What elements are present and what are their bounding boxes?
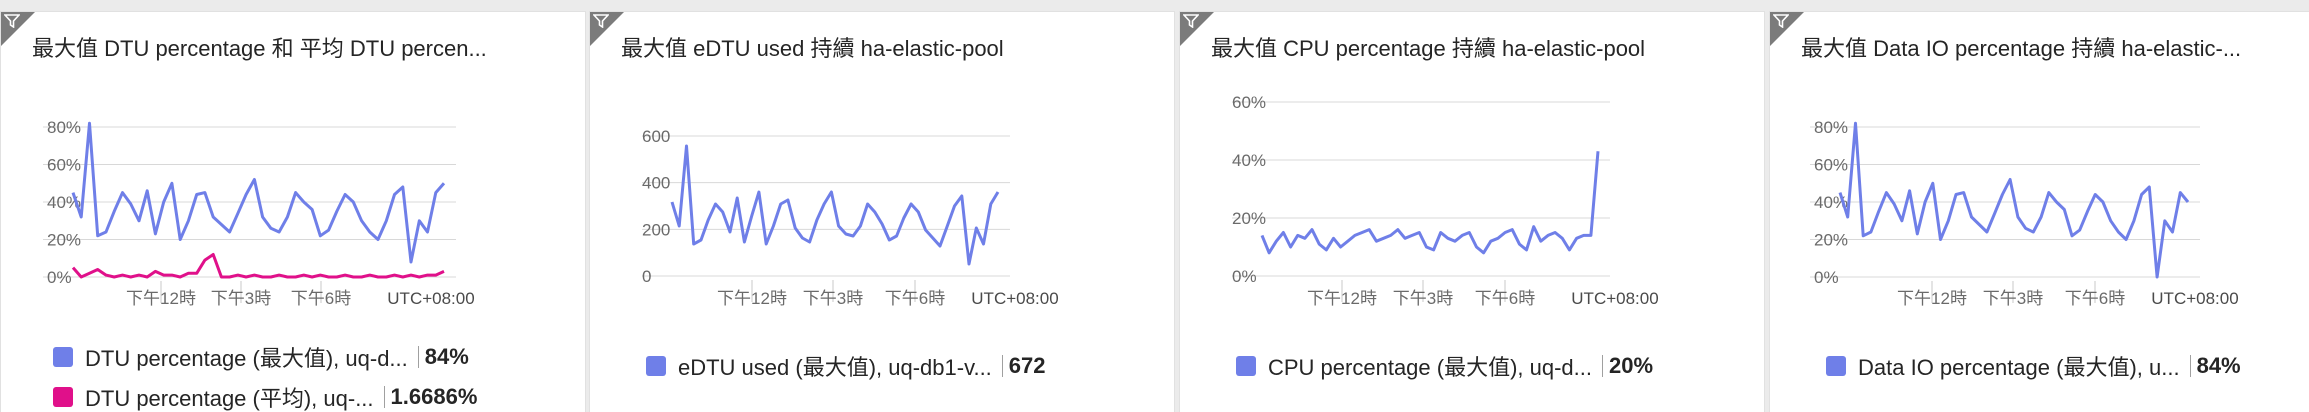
legend-value: 84% [2196,353,2241,378]
y-tick-label: 0% [47,268,72,287]
chart[interactable]: 600 400 200 0 下午12時 下午3時 下午6時 UTC+08:00 [590,12,1175,332]
legend-swatch [1236,356,1256,376]
timezone-label: UTC+08:00 [1571,289,1658,308]
timezone-label: UTC+08:00 [387,289,474,308]
legend-swatch [53,387,73,407]
legend-label: eDTU used (最大值), uq-db1-v... [678,355,992,380]
series-line [71,121,446,264]
chart[interactable]: 60% 40% 20% 0% 下午12時 下午3時 下午6時 UTC+08:00 [1180,12,1765,332]
y-tick-label: 600 [642,127,670,146]
x-tick-label: 下午6時 [885,289,945,308]
x-tick-label: 下午6時 [291,289,351,308]
x-tick-label: 下午3時 [211,289,271,308]
legend-value: 672 [1008,353,1046,378]
x-tick-label: 下午3時 [1983,289,2043,308]
legend-separator [2189,355,2191,377]
legend-separator [383,386,385,408]
legend-value: 20% [1609,353,1654,378]
y-tick-label: 20% [1232,209,1266,228]
legend-label: CPU percentage (最大值), uq-d... [1268,355,1593,380]
x-tick-label: 下午3時 [803,289,863,308]
legend-label: DTU percentage (平均), uq-... [85,386,374,411]
y-tick-label: 60% [47,156,81,175]
legend-label: DTU percentage (最大值), uq-d... [85,346,408,371]
timezone-label: UTC+08:00 [2151,289,2238,308]
x-tick-label: 下午12時 [1307,289,1377,308]
legend-swatch [53,347,73,367]
y-tick-label: 40% [1232,151,1266,170]
y-tick-label: 80% [1814,118,1848,137]
legend-item-dtu-avg[interactable]: DTU percentage (平均), uq-... 1.6686% [53,383,477,411]
y-tick-label: 20% [47,231,81,250]
y-tick-label: 200 [642,220,670,239]
legend-item-cpu-max[interactable]: CPU percentage (最大值), uq-d... 20% [1236,352,1653,380]
y-tick-label: 0% [1232,267,1257,286]
legend-separator [1001,355,1003,377]
series-line [1838,121,2190,279]
x-tick-label: 下午12時 [126,289,196,308]
y-tick-label: 60% [1232,93,1266,112]
legend-item-dataio-max[interactable]: Data IO percentage (最大值), u... 84% [1826,352,2241,380]
legend-item-dtu-max[interactable]: DTU percentage (最大值), uq-d... 84% [53,343,469,371]
tile-dtu-percentage[interactable]: 最大值 DTU percentage 和 平均 DTU percen... 80… [0,11,586,412]
y-tick-label: 20% [1814,231,1848,250]
series-line [1260,151,1600,255]
y-tick-label: 400 [642,174,670,193]
x-tick-label: 下午12時 [717,289,787,308]
x-tick-label: 下午3時 [1393,289,1453,308]
timezone-label: UTC+08:00 [971,289,1058,308]
x-tick-label: 下午6時 [2065,289,2125,308]
tile-data-io-percentage[interactable]: 最大值 Data IO percentage 持續 ha-elastic-...… [1769,11,2309,412]
series-line [71,253,445,279]
tile-edtu-used[interactable]: 最大值 eDTU used 持續 ha-elastic-pool 600 400 2… [589,11,1175,412]
x-tick-label: 下午6時 [1475,289,1535,308]
x-tick-label: 下午12時 [1897,289,1967,308]
y-tick-label: 80% [47,118,81,137]
chart[interactable]: 80%60%40%20%0%下午12時 下午3時 下午6時 UTC+08:00 [1,12,586,332]
legend-item-edtu-max[interactable]: eDTU used (最大值), uq-db1-v... 672 [646,352,1046,380]
legend-separator [417,346,419,368]
chart[interactable]: 80%60%40%20%0%下午12時 下午3時 下午6時 UTC+08:00 [1770,12,2309,332]
legend-label: Data IO percentage (最大值), u... [1858,355,2180,380]
legend-value: 84% [424,344,469,369]
legend-swatch [1826,356,1846,376]
series-line [670,144,1000,266]
y-tick-label: 0 [642,267,651,286]
tile-cpu-percentage[interactable]: 最大值 CPU percentage 持續 ha-elastic-pool 60… [1179,11,1765,412]
y-tick-label: 0% [1814,268,1839,287]
legend-separator [1602,355,1604,377]
legend-swatch [646,356,666,376]
legend-value: 1.6686% [390,384,478,409]
y-tick-label: 60% [1814,156,1848,175]
